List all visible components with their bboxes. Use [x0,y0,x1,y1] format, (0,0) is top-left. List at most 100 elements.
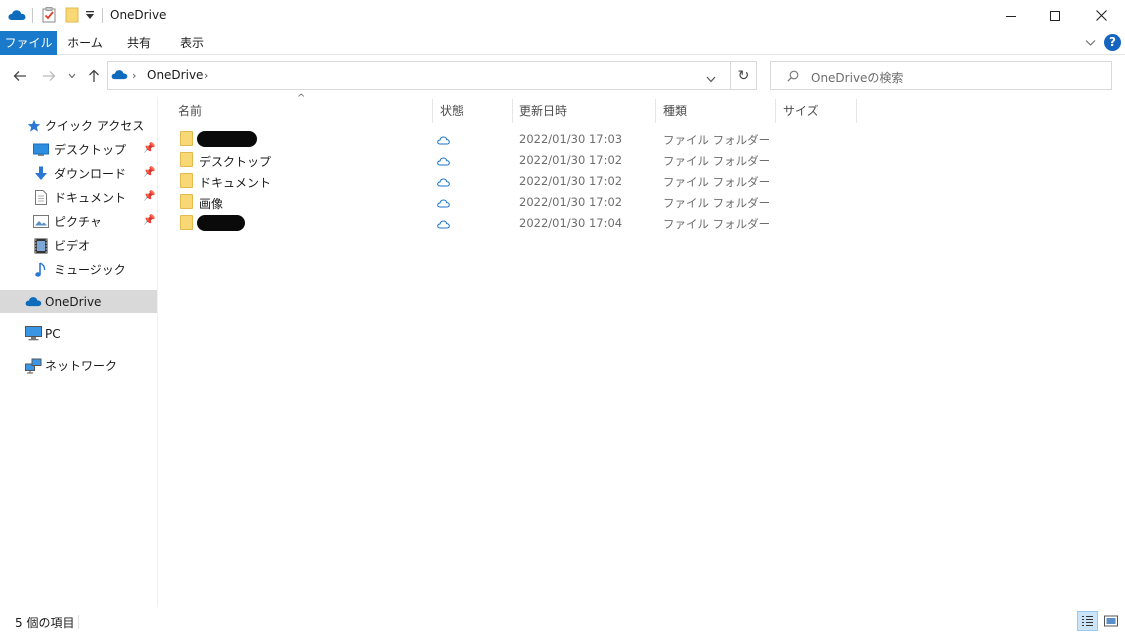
column-divider[interactable] [512,99,513,123]
large-icons-view-button[interactable] [1100,611,1121,631]
forward-arrow-icon [43,71,56,81]
file-name: デスクトップ [199,155,272,169]
cloud-icon [437,197,450,211]
maximize-icon [1050,10,1060,21]
cloud-icon [437,218,450,232]
folder-icon [180,194,193,209]
sidebar-item-music[interactable]: ミュージック [0,258,157,281]
refresh-icon: ↻ [737,67,750,84]
sidebar-item-label: クイック アクセス [45,119,145,133]
sidebar-item-label: ミュージック [54,263,126,277]
help-icon[interactable]: ? [1104,34,1121,51]
sidebar-item-label: ダウンロード [54,167,127,181]
network-icon [24,357,42,375]
sidebar-item-onedrive[interactable]: OneDrive [0,290,157,313]
computer-icon [24,325,42,343]
sidebar-item-label: ドキュメント [54,191,127,205]
folder-icon [180,131,193,146]
back-button[interactable] [10,66,30,86]
expand-ribbon-icon[interactable] [1085,36,1096,50]
pin-icon[interactable]: 📌 [143,215,155,226]
refresh-button[interactable]: ↻ [730,62,756,89]
status-bar: 5 個の項目 [0,607,1125,634]
sidebar-item-downloads[interactable]: ダウンロード 📌 [0,162,157,185]
cloud-icon [437,155,450,169]
file-type: ファイル フォルダー [663,217,771,231]
breadcrumb-chevron-icon[interactable]: › [204,69,208,82]
sidebar-item-pictures[interactable]: ピクチャ 📌 [0,210,157,233]
sidebar-item-pc[interactable]: PC [0,322,157,345]
column-header-type[interactable]: 種類 [663,100,687,122]
file-row[interactable]: 画像 2022/01/30 17:02 ファイル フォルダー [170,192,770,213]
search-placeholder: OneDriveの検索 [811,71,904,85]
column-divider[interactable] [775,99,776,123]
sidebar-item-documents[interactable]: ドキュメント 📌 [0,186,157,209]
file-row[interactable]: ドキュメント 2022/01/30 17:02 ファイル フォルダー [170,171,770,192]
customize-toolbar-icon[interactable] [84,5,96,25]
new-folder-icon[interactable] [63,5,81,25]
cloud-icon [437,176,450,190]
column-divider[interactable] [432,99,433,123]
sidebar-item-label: ネットワーク [45,359,118,373]
details-view-icon [1082,615,1093,627]
up-button[interactable] [85,66,103,86]
recent-locations-button[interactable] [66,66,78,86]
column-header-modified[interactable]: 更新日時 [519,100,567,122]
pin-icon[interactable]: 📌 [143,167,155,178]
file-modified: 2022/01/30 17:03 [519,132,623,146]
address-history-button[interactable] [706,72,716,86]
status-separator [78,615,79,629]
video-icon [32,237,50,255]
column-header-status[interactable]: 状態 [440,100,464,122]
column-header-name[interactable]: 名前 [178,100,202,122]
chevron-down-icon [706,76,716,83]
tab-view[interactable]: 表示 [168,31,216,55]
breadcrumb-chevron-icon[interactable]: › [132,69,136,82]
column-divider[interactable] [655,99,656,123]
forward-button[interactable] [39,66,59,86]
file-modified: 2022/01/30 17:04 [519,216,623,230]
title-bar: OneDrive [0,0,1125,31]
pictures-icon [32,213,50,231]
folder-icon [180,152,193,167]
sidebar-item-label: PC [45,326,61,341]
sidebar-item-desktop[interactable]: デスクトップ 📌 [0,138,157,161]
sidebar-item-quick-access[interactable]: クイック アクセス [0,114,157,137]
search-box[interactable]: OneDriveの検索 [770,61,1112,90]
column-divider[interactable] [856,99,857,123]
sidebar-item-network[interactable]: ネットワーク [0,354,157,377]
tab-home[interactable]: ホーム [61,31,109,55]
column-header-size[interactable]: サイズ [783,100,819,122]
tab-file[interactable]: ファイル [0,31,57,55]
cloud-icon [437,134,450,148]
maximize-button[interactable] [1032,0,1078,31]
file-type: ファイル フォルダー [663,154,771,168]
sidebar-item-label: ピクチャ [54,215,102,229]
properties-icon[interactable] [40,5,58,25]
minimize-button[interactable] [988,0,1034,31]
file-type: ファイル フォルダー [663,175,771,189]
star-icon [25,117,43,135]
onedrive-cloud-icon [7,5,27,25]
file-row[interactable]: 2022/01/30 17:04 ファイル フォルダー [170,213,770,234]
back-arrow-icon [13,71,26,81]
title-separator [32,8,33,23]
tab-share[interactable]: 共有 [114,31,164,55]
address-bar[interactable]: › OneDrive › ↻ [107,61,757,90]
sidebar-item-label: OneDrive [45,294,102,309]
ribbon: ファイル ホーム 共有 表示 ? [0,31,1125,55]
details-view-button[interactable] [1077,611,1098,631]
file-row[interactable]: 2022/01/30 17:03 ファイル フォルダー [170,129,770,150]
close-button[interactable] [1078,0,1124,31]
file-row[interactable]: デスクトップ 2022/01/30 17:02 ファイル フォルダー [170,150,770,171]
pin-icon[interactable]: 📌 [143,191,155,202]
sort-ascending-icon: ^ [297,93,306,104]
redacted-name [197,215,245,231]
folder-icon [180,173,193,188]
pin-icon[interactable]: 📌 [143,143,155,154]
chevron-down-icon [68,73,76,79]
sidebar-item-videos[interactable]: ビデオ [0,234,157,257]
breadcrumb-onedrive[interactable]: OneDrive [147,68,203,82]
onedrive-cloud-icon [111,69,128,83]
file-modified: 2022/01/30 17:02 [519,174,623,188]
